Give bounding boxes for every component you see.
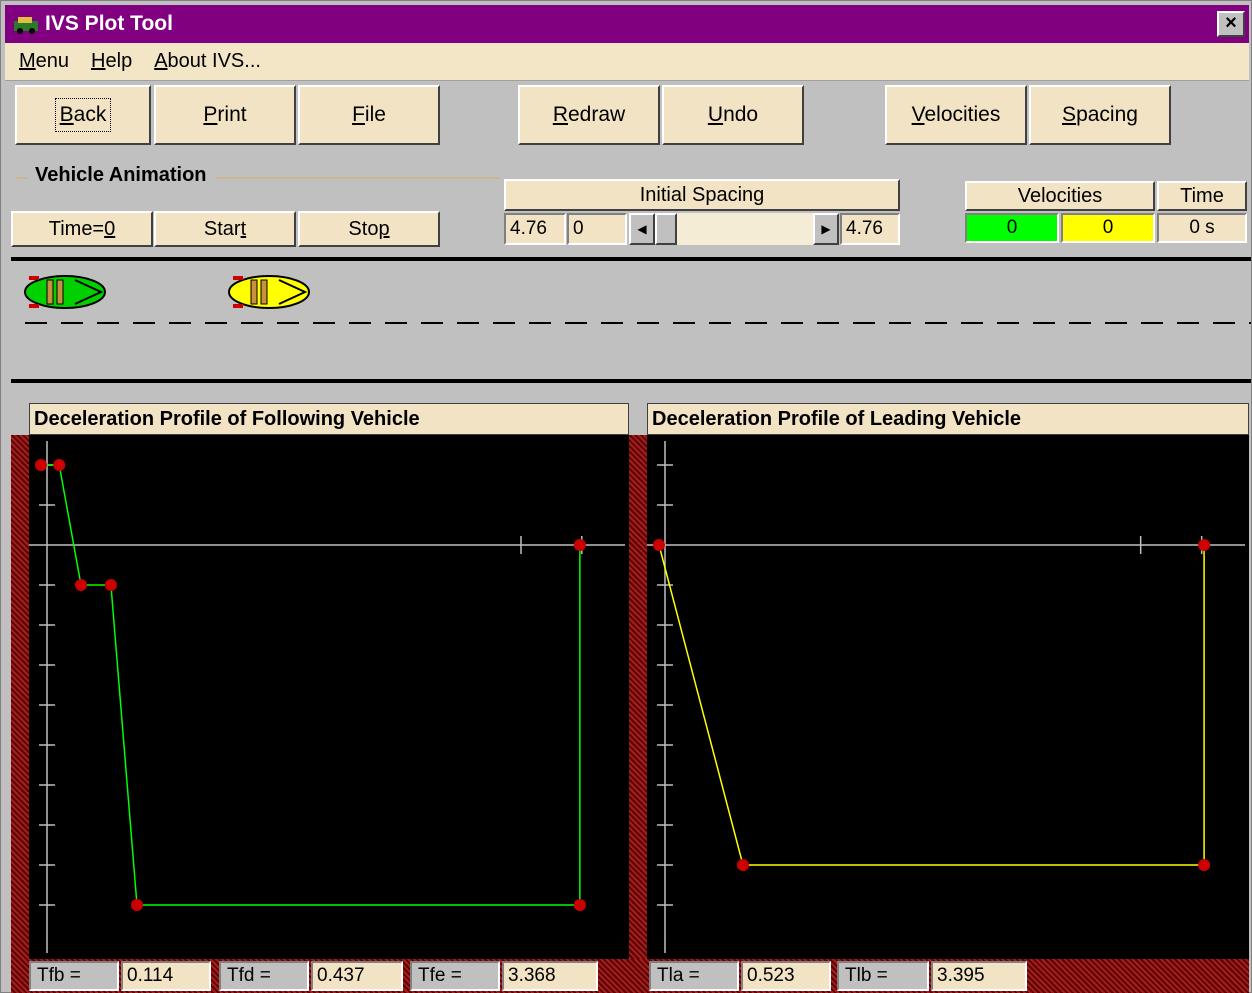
tlb-label: Tlb = (837, 961, 929, 991)
slider-thumb[interactable] (655, 213, 677, 245)
stop-label: Sto (348, 217, 379, 240)
arrow-right-icon: ▶ (821, 222, 831, 236)
tfb-label: Tfb = (29, 961, 119, 991)
spacing-button[interactable]: Spacing (1029, 85, 1171, 145)
back-label: ack (73, 103, 107, 126)
time-zero-button[interactable]: Time=0 (11, 211, 153, 247)
profile-point (131, 899, 143, 911)
start-label: Star (203, 217, 241, 240)
tla-field[interactable]: 0.523 (741, 961, 831, 991)
time-header: Time (1157, 181, 1247, 211)
menu-bar: Menu Help About IVS... (5, 43, 1249, 81)
profile-point (53, 459, 66, 471)
start-button[interactable]: Start (154, 211, 296, 247)
close-button[interactable]: × (1217, 11, 1245, 37)
spacing-label: pacing (1076, 103, 1138, 126)
menu-label: enu (35, 50, 70, 72)
menu-item-2[interactable]: About IVS... (154, 50, 261, 73)
time-zero-label: Time= (48, 217, 105, 240)
following-profile-plot[interactable] (29, 435, 629, 959)
file-label: ile (364, 103, 386, 126)
undo-button[interactable]: Undo (662, 85, 804, 145)
profile-line (41, 464, 581, 906)
back-mnemonic: B (59, 103, 74, 126)
following-profile-title: Deceleration Profile of Following Vehicl… (29, 403, 629, 435)
velocities-mnemonic: V (911, 103, 925, 126)
following-profile-chart[interactable] (29, 435, 629, 959)
profile-point (75, 579, 87, 591)
menu-item-1[interactable]: Help (91, 50, 132, 73)
tlb-field[interactable]: 3.395 (931, 961, 1027, 991)
menu-label: bout IVS... (167, 50, 261, 72)
profile-line (658, 544, 1205, 866)
spacing-min-field: 4.76 (504, 213, 566, 245)
profile-point (104, 579, 117, 591)
leading-vehicle-icon (228, 275, 310, 309)
time-value: 0 s (1157, 213, 1247, 243)
spacing-mnemonic: S (1062, 103, 1077, 126)
redraw-label: edraw (567, 103, 626, 126)
undo-label: ndo (723, 103, 759, 126)
following-vehicle-icon (24, 275, 106, 309)
leading-profile-title: Deceleration Profile of Leading Vehicle (647, 403, 1249, 435)
menu-mnemonic: M (19, 50, 36, 72)
file-button[interactable]: File (298, 85, 440, 145)
redraw-button[interactable]: Redraw (518, 85, 660, 145)
velocities-button[interactable]: Velocities (885, 85, 1027, 145)
back-button[interactable]: Back (15, 85, 151, 145)
profile-point (573, 899, 586, 911)
tfe-field[interactable]: 3.368 (502, 961, 598, 991)
following-velocity-value: 0 (965, 213, 1059, 243)
print-button[interactable]: Print (154, 85, 296, 145)
profile-point (736, 859, 749, 871)
tla-label: Tla = (649, 961, 739, 991)
animation-group-title: Vehicle Animation (27, 164, 215, 187)
app-logo-icon (11, 12, 41, 36)
menu-mnemonic: A (154, 50, 168, 72)
window-title: IVS Plot Tool (45, 12, 173, 35)
profile-point (653, 539, 665, 551)
profile-point (573, 539, 586, 551)
menu-item-0[interactable]: Menu (19, 50, 69, 73)
leading-profile-plot[interactable] (647, 435, 1249, 959)
file-mnemonic: F (352, 103, 365, 126)
menu-mnemonic: H (91, 50, 106, 72)
time-zero-mnemonic: 0 (104, 217, 116, 240)
initial-spacing-label: Initial Spacing (504, 179, 900, 211)
profile-point (1198, 539, 1211, 551)
road-animation-area (11, 257, 1251, 383)
velocities-label: elocities (924, 103, 1001, 126)
app-window: IVS Plot Tool × Menu Help About IVS... Bac… (0, 0, 1252, 993)
spacing-max-field: 4.76 (840, 213, 900, 245)
tfe-label: Tfe = (410, 961, 500, 991)
tfd-field[interactable]: 0.437 (311, 961, 403, 991)
menu-label: elp (105, 50, 133, 72)
slider-right-arrow[interactable]: ▶ (813, 213, 839, 245)
tfb-field[interactable]: 0.114 (121, 961, 211, 991)
leading-profile-chart[interactable] (647, 435, 1249, 959)
redraw-mnemonic: R (552, 103, 568, 126)
velocities-header: Velocities (965, 181, 1155, 211)
road-canvas (24, 275, 1251, 324)
slider-left-arrow[interactable]: ◀ (629, 213, 655, 245)
undo-mnemonic: U (707, 103, 724, 126)
close-icon: × (1225, 12, 1237, 34)
profile-point (35, 459, 47, 471)
hatch-border (629, 435, 647, 959)
spacing-value-field[interactable]: 0 (567, 213, 627, 245)
tfd-label: Tfd = (219, 961, 309, 991)
leading-velocity-value: 0 (1061, 213, 1155, 243)
stop-button[interactable]: Stop (298, 211, 440, 247)
start-mnemonic: t (240, 217, 247, 240)
profile-point (1198, 859, 1211, 871)
arrow-left-icon: ◀ (637, 222, 647, 236)
print-label: rint (217, 103, 247, 126)
hatch-border (11, 435, 29, 959)
title-bar[interactable]: IVS Plot Tool × (5, 5, 1249, 43)
print-mnemonic: P (203, 103, 218, 126)
stop-mnemonic: p (378, 217, 390, 240)
